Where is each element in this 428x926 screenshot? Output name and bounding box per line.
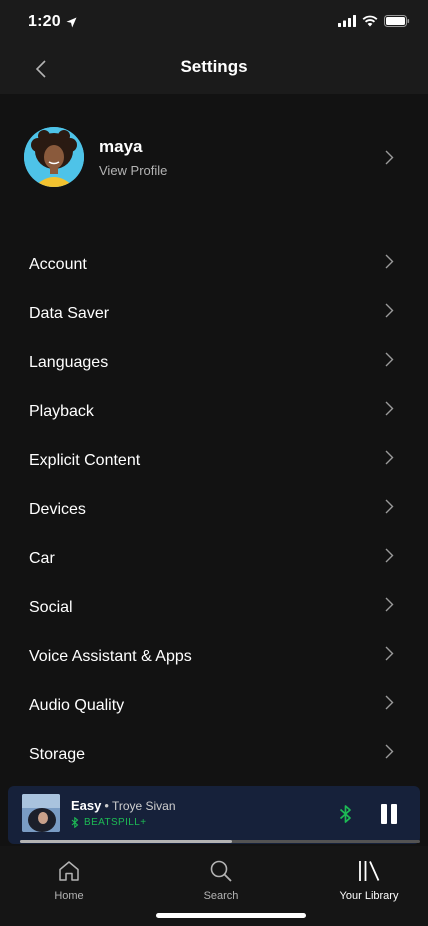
bluetooth-small-icon <box>71 817 79 828</box>
tab-home[interactable]: Home <box>9 858 129 902</box>
settings-item-explicit-content[interactable]: Explicit Content <box>0 437 428 486</box>
chevron-right-icon <box>385 646 394 661</box>
pause-button[interactable] <box>380 804 398 824</box>
avatar <box>24 127 84 187</box>
settings-item-label: Audio Quality <box>29 697 125 714</box>
album-cover <box>22 794 60 832</box>
chevron-right-icon <box>385 303 394 318</box>
settings-item-label: Social <box>29 599 73 616</box>
track-artist: Troye Sivan <box>111 799 176 813</box>
status-bar: 1:20 <box>0 0 428 44</box>
settings-item-label: Storage <box>29 746 86 763</box>
location-arrow-icon <box>66 15 77 33</box>
settings-list: Account Data Saver Languages Playback Ex… <box>0 241 428 780</box>
track-info: Easy • Troye Sivan <box>71 798 176 813</box>
status-indicators <box>338 14 410 32</box>
tab-label: Search <box>203 890 239 902</box>
chevron-right-icon <box>385 401 394 416</box>
playback-progress-fill <box>20 840 232 843</box>
settings-item-label: Languages <box>29 354 109 371</box>
chevron-right-icon <box>385 548 394 563</box>
status-time: 1:20 <box>28 13 61 30</box>
settings-item-storage[interactable]: Storage <box>0 731 428 780</box>
settings-item-label: Account <box>29 256 87 273</box>
chevron-right-icon <box>385 695 394 710</box>
chevron-right-icon <box>385 744 394 759</box>
track-title: Easy <box>71 798 102 813</box>
settings-item-label: Explicit Content <box>29 452 141 469</box>
battery-icon <box>384 14 410 32</box>
view-profile-link[interactable]: View Profile <box>99 163 167 178</box>
tab-bar: Home Search Your Library <box>0 846 428 926</box>
settings-item-label: Data Saver <box>29 305 110 322</box>
track-separator: • <box>104 798 109 813</box>
tab-search[interactable]: Search <box>161 858 281 902</box>
profile-name: maya <box>99 137 143 156</box>
settings-item-devices[interactable]: Devices <box>0 486 428 535</box>
settings-item-label: Voice Assistant & Apps <box>29 648 192 665</box>
device-name: BEATSPILL+ <box>84 817 147 828</box>
home-icon <box>59 861 79 881</box>
page-title: Settings <box>180 57 248 76</box>
library-icon <box>359 861 380 881</box>
tab-your-library[interactable]: Your Library <box>309 858 428 902</box>
connected-device: BEATSPILL+ <box>71 817 146 828</box>
search-icon <box>210 860 232 882</box>
playback-progress <box>20 840 420 843</box>
cellular-signal-icon <box>338 14 356 32</box>
settings-item-voice-assistant[interactable]: Voice Assistant & Apps <box>0 633 428 682</box>
connect-device-button[interactable] <box>339 804 352 829</box>
settings-item-account[interactable]: Account <box>0 241 428 290</box>
settings-item-languages[interactable]: Languages <box>0 339 428 388</box>
nav-bar: Settings <box>0 44 428 94</box>
bluetooth-icon <box>339 805 351 823</box>
wifi-icon <box>362 14 378 32</box>
chevron-right-icon <box>385 597 394 612</box>
home-indicator <box>156 913 306 918</box>
chevron-right-icon <box>385 150 394 165</box>
tab-label: Your Library <box>339 890 399 902</box>
settings-item-social[interactable]: Social <box>0 584 428 633</box>
settings-item-label: Devices <box>29 501 86 518</box>
settings-item-label: Playback <box>29 403 94 420</box>
settings-item-label: Car <box>29 550 55 567</box>
settings-item-data-saver[interactable]: Data Saver <box>0 290 428 339</box>
settings-item-car[interactable]: Car <box>0 535 428 584</box>
settings-item-audio-quality[interactable]: Audio Quality <box>0 682 428 731</box>
settings-item-playback[interactable]: Playback <box>0 388 428 437</box>
chevron-right-icon <box>385 352 394 367</box>
profile-row[interactable]: maya View Profile <box>0 118 428 194</box>
tab-label: Home <box>54 890 84 902</box>
chevron-right-icon <box>385 450 394 465</box>
chevron-right-icon <box>385 254 394 269</box>
mini-player[interactable]: Easy • Troye Sivan BEATSPILL+ <box>8 786 420 844</box>
pause-icon <box>381 804 387 824</box>
chevron-right-icon <box>385 499 394 514</box>
